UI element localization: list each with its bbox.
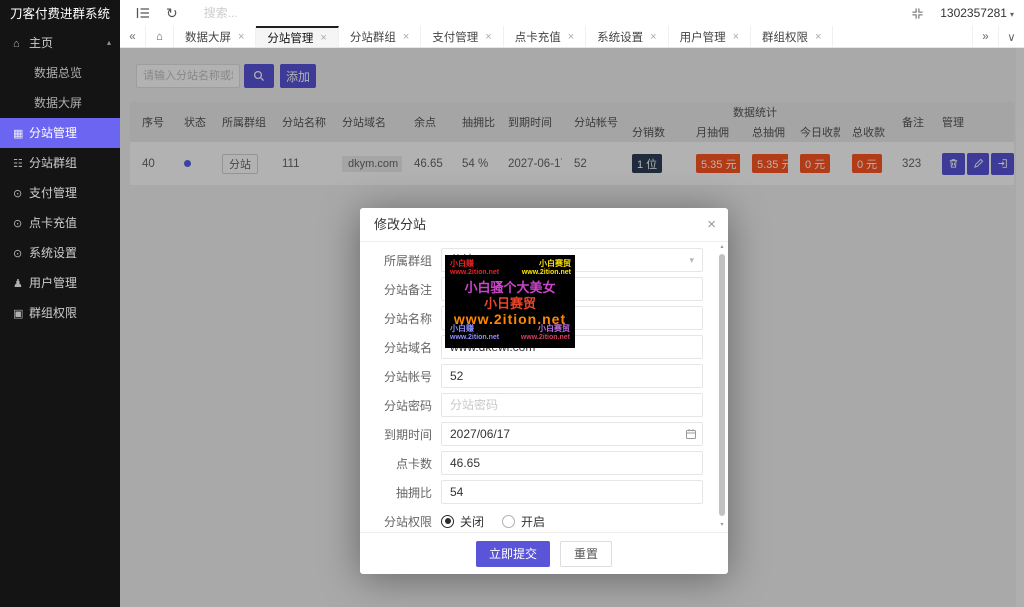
group-permission-icon: ▣ xyxy=(13,299,29,329)
tab-close-icon[interactable]: × xyxy=(320,32,326,44)
tab-close-icon[interactable]: × xyxy=(650,31,656,43)
site-manage-icon: ▦ xyxy=(13,119,29,149)
tab-close-icon[interactable]: × xyxy=(238,31,244,43)
tab-home[interactable]: ⌂ xyxy=(146,26,174,47)
tabs-menu-icon[interactable]: ∨ xyxy=(998,26,1024,47)
topbar: ↻ 1302357281▾ xyxy=(120,0,1024,26)
tab-pay-manage[interactable]: 支付管理× xyxy=(421,26,503,47)
sidebar-item-label: 分站管理 xyxy=(29,126,77,140)
user-manage-icon: ♟ xyxy=(13,269,29,299)
sidebar-item-user-manage[interactable]: ♟用户管理 xyxy=(0,268,120,298)
tab-close-icon[interactable]: × xyxy=(568,31,574,43)
sidebar-item-group-permission[interactable]: ▣群组权限 xyxy=(0,298,120,328)
site-password-input[interactable] xyxy=(441,393,703,417)
modal-scrollbar: ▴ ▾ xyxy=(719,244,725,528)
radio-unselected-icon xyxy=(502,515,515,528)
radio-open[interactable]: 开启 xyxy=(502,513,545,530)
site-group-icon: ☷ xyxy=(13,149,29,179)
sidebar-item-pay-manage[interactable]: ⊙支付管理 xyxy=(0,178,120,208)
tab-site-group[interactable]: 分站群组× xyxy=(339,26,421,47)
tab-close-icon[interactable]: × xyxy=(733,31,739,43)
caret-down-icon: ▾ xyxy=(1010,10,1014,19)
tab-user-manage[interactable]: 用户管理× xyxy=(669,26,751,47)
sidebar-fold-icon[interactable] xyxy=(136,7,150,19)
sidebar-item-label: 支付管理 xyxy=(29,186,77,200)
sidebar-nav: ⌂主页 ▴ 数据总览 数据大屏 ▦分站管理 ☷分站群组 ⊙支付管理 ⊙点卡充值 … xyxy=(0,28,120,328)
tabs-more-icon[interactable]: » xyxy=(972,26,998,47)
home-icon: ⌂ xyxy=(13,29,29,59)
sidebar-item-label: 用户管理 xyxy=(29,276,77,290)
tab-system-settings[interactable]: 系统设置× xyxy=(586,26,668,47)
field-permission: 分站权限 关闭 开启 xyxy=(370,509,703,532)
global-search-input[interactable] xyxy=(204,6,344,20)
sidebar-item-label: 群组权限 xyxy=(29,306,77,320)
scroll-up-icon[interactable]: ▴ xyxy=(719,244,725,250)
sidebar-item-label: 分站群组 xyxy=(29,156,77,170)
radio-selected-icon xyxy=(441,515,454,528)
submit-button[interactable]: 立即提交 xyxy=(476,541,550,567)
site-account-input[interactable] xyxy=(441,364,703,388)
tab-card-recharge[interactable]: 点卡充值× xyxy=(504,26,586,47)
scrollbar-thumb[interactable] xyxy=(719,254,725,516)
username: 1302357281 xyxy=(940,6,1007,20)
tab-close-icon[interactable]: × xyxy=(403,31,409,43)
pay-manage-icon: ⊙ xyxy=(13,179,29,209)
tab-group-permission[interactable]: 群组权限× xyxy=(751,26,833,47)
tab-site-manage[interactable]: 分站管理× xyxy=(256,26,338,47)
home-icon: ⌂ xyxy=(156,31,163,43)
caret-down-icon: ▾ xyxy=(689,249,694,271)
modal-header: 修改分站 × xyxy=(360,208,728,242)
sidebar-item-site-manage[interactable]: ▦分站管理 xyxy=(0,118,120,148)
points-input[interactable] xyxy=(441,451,703,475)
card-recharge-icon: ⊙ xyxy=(13,209,29,239)
tabs-scroll-left[interactable]: « xyxy=(120,26,146,47)
calendar-icon xyxy=(685,428,697,443)
caret-up-icon: ▴ xyxy=(107,28,111,58)
sidebar: 刀客付费进群系统 ⌂主页 ▴ 数据总览 数据大屏 ▦分站管理 ☷分站群组 ⊙支付… xyxy=(0,0,120,607)
sidebar-item-label: 系统设置 xyxy=(29,246,77,260)
tab-close-icon[interactable]: × xyxy=(485,31,491,43)
sidebar-item-data-overview[interactable]: 数据总览 xyxy=(0,58,120,88)
user-dropdown[interactable]: 1302357281▾ xyxy=(940,6,1014,20)
tab-data-screen[interactable]: 数据大屏× xyxy=(174,26,256,47)
radio-close[interactable]: 关闭 xyxy=(441,513,484,530)
sidebar-item-label: 主页 xyxy=(29,36,53,50)
sidebar-item-home[interactable]: ⌂主页 ▴ xyxy=(0,28,120,58)
field-expire: 到期时间 xyxy=(370,422,703,446)
modal-footer: 立即提交 重置 xyxy=(360,532,728,574)
modal-title: 修改分站 xyxy=(374,217,426,232)
sidebar-item-data-screen[interactable]: 数据大屏 xyxy=(0,88,120,118)
field-password: 分站密码 xyxy=(370,393,703,417)
system-settings-icon: ⊙ xyxy=(13,239,29,269)
field-rate: 抽拥比 xyxy=(370,480,703,504)
topbar-right: 1302357281▾ xyxy=(895,6,1024,20)
reset-button[interactable]: 重置 xyxy=(560,541,612,567)
field-account: 分站帐号 xyxy=(370,364,703,388)
edit-site-modal: 修改分站 × 所属群组 分站 ▾ 分站备注 分站名称 分站域名 分站帐号 分站密… xyxy=(360,208,728,574)
sidebar-item-system-settings[interactable]: ⊙系统设置 xyxy=(0,238,120,268)
sidebar-item-card-recharge[interactable]: ⊙点卡充值 xyxy=(0,208,120,238)
refresh-icon[interactable]: ↻ xyxy=(166,6,178,20)
sidebar-item-site-group[interactable]: ☷分站群组 xyxy=(0,148,120,178)
scroll-down-icon[interactable]: ▾ xyxy=(719,522,725,528)
tabbar: « ⌂ 数据大屏× 分站管理× 分站群组× 支付管理× 点卡充值× 系统设置× … xyxy=(120,26,1024,48)
modal-close-icon[interactable]: × xyxy=(707,208,716,242)
rate-input[interactable] xyxy=(441,480,703,504)
field-points: 点卡数 xyxy=(370,451,703,475)
watermark-image: 小白赚www.2ition.net 小白赛贸www.2ition.net 小白骚… xyxy=(445,255,575,348)
app-logo: 刀客付费进群系统 xyxy=(0,0,120,28)
expire-date-input[interactable] xyxy=(441,422,703,446)
fullscreen-icon[interactable] xyxy=(911,7,924,20)
tab-close-icon[interactable]: × xyxy=(815,31,821,43)
sidebar-item-label: 点卡充值 xyxy=(29,216,77,230)
